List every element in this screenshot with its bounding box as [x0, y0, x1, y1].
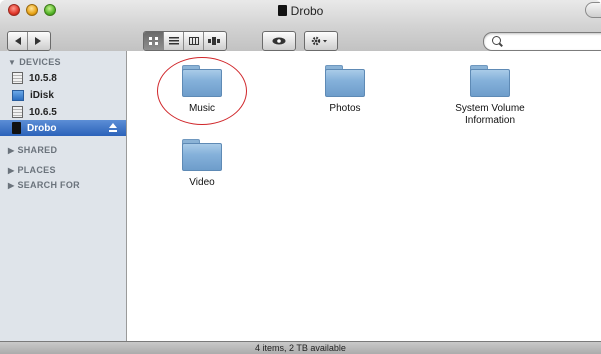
- quick-look-button-group: [262, 31, 296, 51]
- list-view-button[interactable]: [164, 32, 184, 50]
- icon-view-button[interactable]: [144, 32, 164, 50]
- eye-icon: [272, 37, 286, 45]
- sidebar-item-idisk[interactable]: iDisk: [8, 87, 124, 103]
- back-arrow-icon: [14, 37, 21, 45]
- forward-button[interactable]: [28, 32, 48, 50]
- devices-section-header[interactable]: ▼ DEVICES: [8, 57, 61, 67]
- shared-section-header[interactable]: ▶ SHARED: [8, 145, 57, 155]
- icon-view-icon: [148, 37, 158, 45]
- sidebar-item-drobo[interactable]: Drobo: [0, 120, 126, 136]
- hard-disk-icon: [12, 106, 23, 118]
- status-text: 4 items, 2 TB available: [255, 343, 346, 353]
- finder-window: Drobo ▼ DEVICES 10.5.8 iDisk 10.6.5 Drob…: [0, 0, 601, 354]
- quick-look-button[interactable]: [263, 32, 295, 50]
- folder-icon: [470, 65, 510, 97]
- search-field[interactable]: [483, 32, 601, 51]
- disclosure-closed-icon: ▶: [8, 146, 15, 155]
- drobo-title-icon: [277, 5, 287, 16]
- places-header-label: PLACES: [17, 165, 56, 175]
- folder-label: Video: [189, 177, 215, 188]
- action-menu-button[interactable]: [305, 32, 337, 50]
- folder-icon: [182, 139, 222, 171]
- idisk-icon: [12, 89, 24, 101]
- gear-icon: [311, 36, 327, 46]
- list-view-icon: [168, 37, 179, 45]
- action-menu-button-group: [304, 31, 338, 51]
- folder-item-system-volume-information[interactable]: System Volume Information: [435, 65, 545, 127]
- view-mode-buttons: [143, 31, 227, 51]
- nav-buttons: [7, 31, 51, 51]
- disclosure-closed-icon: ▶: [8, 181, 15, 190]
- column-view-button[interactable]: [184, 32, 204, 50]
- search-for-section-header[interactable]: ▶ SEARCH FOR: [8, 180, 80, 190]
- eject-icon[interactable]: [108, 123, 118, 133]
- window-title: Drobo: [0, 4, 601, 18]
- search-icon: [492, 36, 501, 45]
- search-for-header-label: SEARCH FOR: [17, 180, 80, 190]
- hard-disk-icon: [12, 72, 23, 84]
- shared-header-label: SHARED: [17, 145, 58, 155]
- column-view-icon: [188, 37, 199, 45]
- folder-item-photos[interactable]: Photos: [290, 65, 400, 115]
- folder-icon: [325, 65, 365, 97]
- sidebar-item-10-6-5[interactable]: 10.6.5: [8, 104, 124, 120]
- sidebar: ▼ DEVICES 10.5.8 iDisk 10.6.5 Drobo ▶ SHAR…: [0, 51, 127, 341]
- window-title-text: Drobo: [290, 4, 324, 18]
- coverflow-view-icon: [208, 37, 220, 45]
- drobo-icon: [12, 122, 21, 134]
- sidebar-item-10-5-8[interactable]: 10.5.8: [8, 70, 124, 86]
- disclosure-open-icon: ▼: [8, 58, 17, 67]
- sidebar-item-label: 10.5.8: [29, 72, 57, 84]
- sidebar-item-label: iDisk: [30, 89, 54, 101]
- status-bar: 4 items, 2 TB available: [0, 341, 601, 354]
- places-section-header[interactable]: ▶ PLACES: [8, 165, 56, 175]
- devices-header-label: DEVICES: [19, 57, 61, 67]
- folder-label: Photos: [329, 103, 361, 114]
- disclosure-closed-icon: ▶: [8, 166, 15, 175]
- folder-label: System Volume Information: [455, 103, 525, 126]
- sidebar-item-label: Drobo: [27, 122, 57, 134]
- forward-arrow-icon: [35, 37, 41, 45]
- sidebar-item-label: 10.6.5: [29, 106, 57, 118]
- toolbar-toggle-button[interactable]: [585, 2, 601, 18]
- back-button[interactable]: [8, 32, 28, 50]
- folder-item-video[interactable]: Video: [147, 139, 257, 189]
- red-circle-annotation: [157, 57, 247, 125]
- coverflow-view-button[interactable]: [204, 32, 224, 50]
